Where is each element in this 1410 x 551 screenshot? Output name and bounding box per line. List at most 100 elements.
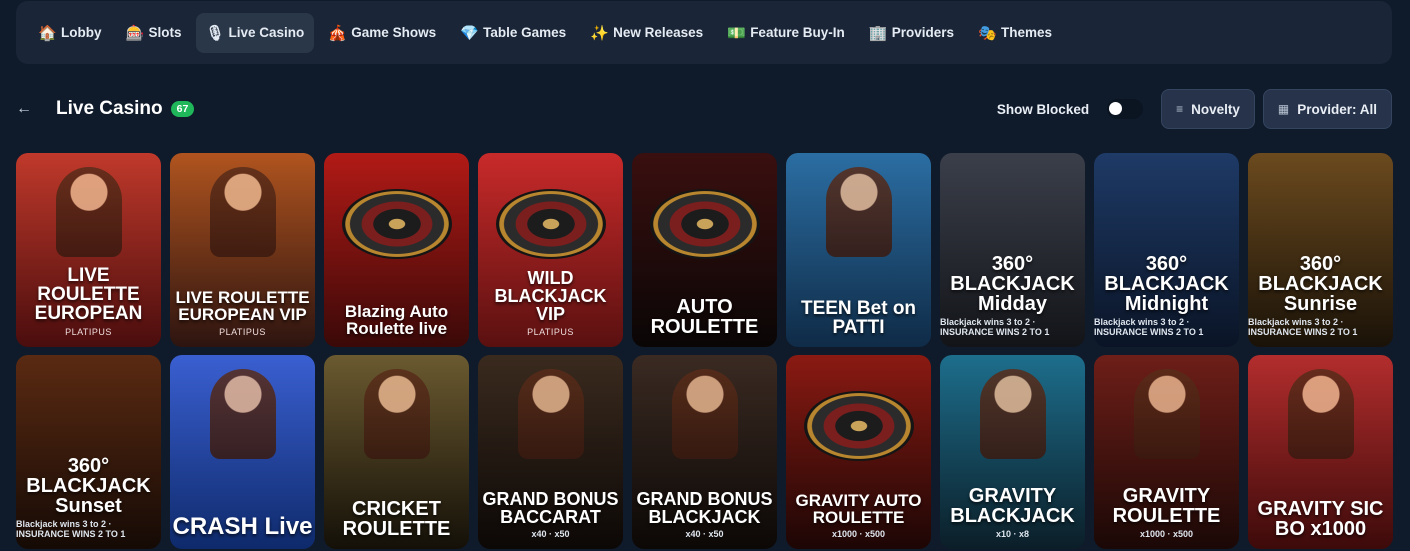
dealer-image <box>209 369 276 459</box>
page-title: Live Casino <box>56 98 163 119</box>
game-title: 360° BLACKJACK Sunset <box>26 455 151 517</box>
tab-new-releases[interactable]: ✨ New Releases <box>580 13 713 53</box>
game-extra-text: Blackjack wins 3 to 2 · INSURANCE WINS 2… <box>16 519 126 539</box>
tab-label: Themes <box>1000 25 1053 40</box>
dealer-image <box>517 369 584 459</box>
tab-providers[interactable]: 🏢 Providers <box>859 13 964 53</box>
game-title: GRAND BONUS BLACKJACK <box>636 489 773 527</box>
tab-label: Providers <box>891 25 954 40</box>
game-provider: PLATIPUS <box>219 327 266 337</box>
game-tile[interactable]: WILD BLACKJACK VIP PLATIPUS <box>478 153 623 347</box>
dealer-image <box>363 369 430 459</box>
provider-icon: 🏢 <box>868 24 888 42</box>
game-tile[interactable]: GRAVITY ROULETTE x1000 · x500 <box>1094 355 1239 549</box>
dealer-image <box>979 369 1046 459</box>
game-extra-text: Blackjack wins 3 to 2 · INSURANCE WINS 2… <box>1094 317 1204 337</box>
game-extra-text: x10 · x8 <box>995 529 1030 539</box>
game-tile[interactable]: GRAND BONUS BACCARAT x40 · x50 <box>478 355 623 549</box>
game-title: GRAVITY BLACKJACK <box>950 485 1075 527</box>
roulette-wheel-image <box>803 391 914 461</box>
game-title: GRAND BONUS BACCARAT <box>482 489 619 527</box>
game-title: LIVE ROULETTE EUROPEAN <box>34 265 143 324</box>
tab-table-games[interactable]: 💎 Table Games <box>450 13 576 53</box>
back-arrow-icon[interactable]: ← <box>16 100 46 118</box>
category-nav: 🏠 Lobby 🎰 Slots 🎙 Live Casino 🎪 Game Shows 💎… <box>16 1 1392 64</box>
game-tile[interactable]: GRAVITY BLACKJACK x10 · x8 <box>940 355 1085 549</box>
dealer-icon: 🎙 <box>205 24 225 42</box>
game-show-icon: 🎪 <box>328 24 347 42</box>
game-title: WILD BLACKJACK VIP <box>494 268 607 324</box>
game-tile[interactable]: 360° BLACKJACK Sunset Blackjack wins 3 to… <box>16 355 161 549</box>
dealer-image <box>671 369 738 459</box>
tab-slots[interactable]: 🎰 Slots <box>116 13 192 53</box>
dealer-image <box>209 167 276 257</box>
roulette-wheel-image <box>649 189 760 259</box>
game-title: GRAVITY SIC BO x1000 <box>1257 498 1384 540</box>
page-header: ← Live Casino 67 Show Blocked ≡ Novelty ▦… <box>16 88 1392 130</box>
tab-label: Lobby <box>61 25 102 40</box>
game-tile[interactable]: CRASH Live <box>170 355 315 549</box>
game-title: AUTO ROULETTE <box>650 296 759 338</box>
cards-image <box>495 189 606 259</box>
tab-label: Live Casino <box>228 25 305 40</box>
dealer-image <box>1287 369 1354 459</box>
sort-button[interactable]: ≡ Novelty <box>1161 89 1255 129</box>
toggle-knob <box>1109 102 1123 115</box>
roulette-wheel-image <box>341 189 452 259</box>
tab-feature-buy-in[interactable]: 💵 Feature Buy-In <box>717 13 855 53</box>
game-tile[interactable]: TEEN Bet on PATTI <box>786 153 931 347</box>
game-title: 360° BLACKJACK Midday <box>950 253 1075 315</box>
home-icon: 🏠 <box>38 24 57 42</box>
game-title: 360° BLACKJACK Midnight <box>1104 253 1229 315</box>
game-title: CRASH Live <box>172 513 313 540</box>
game-tile[interactable]: Blazing Auto Roulette live <box>324 153 469 347</box>
game-tile[interactable]: LIVE ROULETTE EUROPEAN PLATIPUS <box>16 153 161 347</box>
header-controls: Show Blocked ≡ Novelty ▦ Provider: All <box>997 89 1392 129</box>
theme-icon: 🎭 <box>977 24 997 42</box>
game-extra-text: x1000 · x500 <box>831 529 886 539</box>
game-title: GRAVITY ROULETTE <box>1112 485 1221 527</box>
money-icon: 💵 <box>727 24 746 42</box>
game-title: CRICKET ROULETTE <box>342 498 451 540</box>
game-extra-text: Blackjack wins 3 to 2 · INSURANCE WINS 2… <box>1248 317 1358 337</box>
game-extra-text: x1000 · x500 <box>1139 529 1194 539</box>
game-extra-text: Blackjack wins 3 to 2 · INSURANCE WINS 2… <box>940 317 1050 337</box>
game-tile[interactable]: GRAND BONUS BLACKJACK x40 · x50 <box>632 355 777 549</box>
tab-label: New Releases <box>613 25 704 40</box>
game-extra-text: x40 · x50 <box>685 529 724 539</box>
game-tile[interactable]: CRICKET ROULETTE <box>324 355 469 549</box>
game-tile[interactable]: AUTO ROULETTE <box>632 153 777 347</box>
tab-game-shows[interactable]: 🎪 Game Shows <box>318 13 446 53</box>
show-blocked-toggle[interactable] <box>1107 99 1144 119</box>
game-tile[interactable]: GRAVITY SIC BO x1000 <box>1248 355 1393 549</box>
game-tile[interactable]: 360° BLACKJACK Midday Blackjack wins 3 to… <box>940 153 1085 347</box>
tab-label: Slots <box>148 25 182 40</box>
provider-filter-label: Provider: All <box>1297 101 1377 117</box>
tab-live-casino[interactable]: 🎙 Live Casino <box>195 12 315 53</box>
sort-label: Novelty <box>1191 101 1240 117</box>
game-tile[interactable]: LIVE ROULETTE EUROPEAN VIP PLATIPUS <box>170 153 315 347</box>
game-tile[interactable]: 360° BLACKJACK Midnight Blackjack wins 3 … <box>1094 153 1239 347</box>
game-tile[interactable]: 360° BLACKJACK Sunrise Blackjack wins 3 t… <box>1248 153 1393 347</box>
game-count-badge: 67 <box>170 101 195 117</box>
tab-themes[interactable]: 🎭 Themes <box>968 13 1062 53</box>
sort-icon: ≡ <box>1176 102 1184 116</box>
game-grid: LIVE ROULETTE EUROPEAN PLATIPUS LIVE ROULE… <box>16 153 1393 549</box>
game-extra-text: x40 · x50 <box>531 529 570 539</box>
dealer-image <box>825 167 892 257</box>
sparkle-icon: ✨ <box>590 24 609 42</box>
slot-machine-icon: 🎰 <box>125 24 145 42</box>
game-title: Blazing Auto Roulette live <box>344 302 449 338</box>
game-tile[interactable]: GRAVITY AUTO ROULETTE x1000 · x500 <box>786 355 931 549</box>
game-title: 360° BLACKJACK Sunrise <box>1258 253 1383 315</box>
provider-filter-button[interactable]: ▦ Provider: All <box>1262 89 1392 129</box>
dealer-image <box>55 167 122 257</box>
grid-icon: ▦ <box>1277 102 1290 116</box>
tab-label: Feature Buy-In <box>750 25 845 40</box>
game-provider: PLATIPUS <box>65 327 112 337</box>
tab-label: Table Games <box>483 25 567 40</box>
game-title: TEEN Bet on PATTI <box>800 298 917 338</box>
tab-label: Game Shows <box>351 25 437 40</box>
tab-lobby[interactable]: 🏠 Lobby <box>28 13 112 53</box>
game-provider: PLATIPUS <box>527 327 574 337</box>
